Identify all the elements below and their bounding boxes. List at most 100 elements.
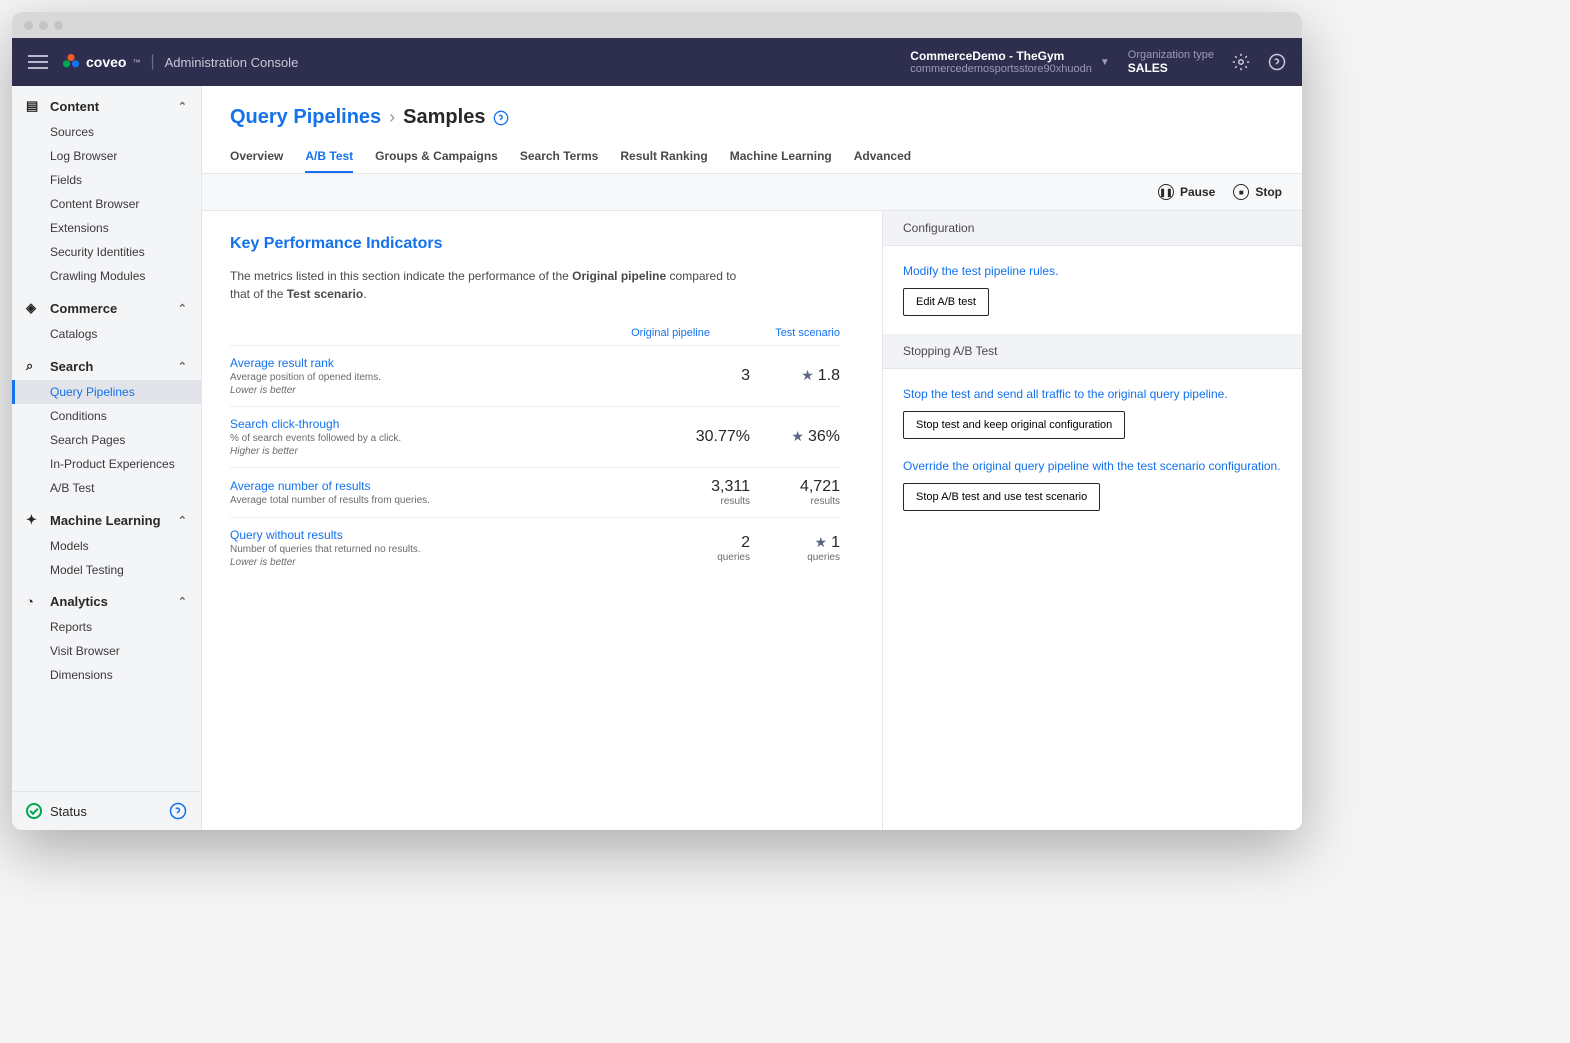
tab-overview[interactable]: Overview — [230, 141, 283, 173]
nav-section-machine-learning[interactable]: ✦ Machine Learning ⌃ — [12, 500, 201, 534]
org-switcher[interactable]: CommerceDemo - TheGym commercedemosports… — [910, 49, 1110, 75]
stop-use-test-button[interactable]: Stop A/B test and use test scenario — [903, 483, 1100, 511]
breadcrumb-parent[interactable]: Query Pipelines — [230, 106, 381, 129]
sidebar-status[interactable]: Status — [12, 791, 201, 830]
kpi-row: Search click-through% of search events f… — [230, 406, 840, 467]
nav-item-visit-browser[interactable]: Visit Browser — [12, 639, 201, 663]
nav-section-analytics[interactable]: ◔Analytics⌃ — [12, 582, 201, 615]
chevron-up-icon: ⌃ — [178, 595, 187, 608]
section-icon: ⌕ — [26, 358, 42, 374]
section-title: Machine Learning — [50, 513, 161, 528]
kpi-test-value: ★36% — [750, 428, 840, 446]
edit-ab-test-button[interactable]: Edit A/B test — [903, 288, 989, 316]
breadcrumb: Query Pipelines › Samples — [202, 86, 1302, 141]
nav-section-search[interactable]: ⌕ Search ⌃ — [12, 346, 201, 380]
section-icon: ▤ — [26, 98, 42, 114]
section-icon: ◈ — [26, 300, 42, 316]
breadcrumb-current: Samples — [403, 106, 485, 129]
kpi-test-value: ★1.8 — [750, 367, 840, 385]
nav-item-conditions[interactable]: Conditions — [12, 404, 201, 428]
pause-button[interactable]: ❚❚ Pause — [1158, 184, 1215, 200]
nav-item-catalogs[interactable]: Catalogs — [12, 322, 201, 346]
kpi-description: The metrics listed in this section indic… — [230, 267, 750, 303]
sidebar: ▤Content⌃SourcesLog BrowserFieldsContent… — [12, 86, 202, 830]
brand-logo[interactable]: coveo ™ — [62, 53, 140, 71]
app-header: coveo ™ | Administration Console Commerce… — [12, 38, 1302, 86]
menu-toggle-icon[interactable] — [28, 55, 48, 69]
nav-item-query-pipelines[interactable]: Query Pipelines — [12, 380, 201, 404]
window-dot — [54, 21, 63, 30]
nav-item-models[interactable]: Models — [12, 534, 201, 558]
tab-result-ranking[interactable]: Result Ranking — [620, 141, 707, 173]
star-icon: ★ — [815, 534, 828, 550]
nav-item-security-identities[interactable]: Security Identities — [12, 240, 201, 264]
kpi-metric-name: Query without results — [230, 528, 660, 542]
nav-item-search-pages[interactable]: Search Pages — [12, 428, 201, 452]
kpi-unit: queries — [750, 552, 840, 563]
kpi-col-original: Original pipeline — [620, 327, 710, 339]
section-title: Commerce — [50, 301, 117, 316]
nav-item-fields[interactable]: Fields — [12, 168, 201, 192]
window-dot — [39, 21, 48, 30]
chevron-up-icon: ⌃ — [178, 360, 187, 373]
kpi-original-value: 30.77% — [660, 428, 750, 446]
kpi-unit: results — [750, 496, 840, 507]
chevron-up-icon: ⌃ — [178, 514, 187, 527]
console-label: Administration Console — [165, 55, 299, 70]
kpi-metric-name: Search click-through — [230, 417, 660, 431]
kpi-row: Query without resultsNumber of queries t… — [230, 517, 840, 578]
coveo-logo-icon — [62, 53, 80, 71]
nav-item-extensions[interactable]: Extensions — [12, 216, 201, 240]
chevron-down-icon: ▼ — [1100, 57, 1110, 68]
nav-item-model-testing[interactable]: Model Testing — [12, 558, 201, 582]
nav-item-crawling-modules[interactable]: Crawling Modules — [12, 264, 201, 288]
kpi-test-value: 4,721 — [750, 478, 840, 496]
stop-original-text: Stop the test and send all traffic to th… — [903, 387, 1282, 401]
section-title: Analytics — [50, 594, 108, 609]
help-icon[interactable] — [493, 110, 509, 126]
nav-section-content[interactable]: ▤Content⌃ — [12, 86, 201, 120]
kpi-metric-note: Lower is better — [230, 385, 660, 396]
config-text: Modify the test pipeline rules. — [903, 264, 1282, 278]
section-icon: ✦ — [26, 512, 42, 528]
section-title: Search — [50, 359, 93, 374]
brand-tm: ™ — [132, 58, 140, 67]
status-label: Status — [50, 804, 87, 819]
pause-icon: ❚❚ — [1158, 184, 1174, 200]
chevron-right-icon: › — [389, 107, 395, 128]
nav-item-reports[interactable]: Reports — [12, 615, 201, 639]
help-icon[interactable] — [1268, 53, 1286, 71]
kpi-original-value: 3,311 — [660, 478, 750, 496]
kpi-test-value: ★1 — [750, 534, 840, 552]
nav-section-commerce[interactable]: ◈Commerce⌃ — [12, 288, 201, 322]
header-divider: | — [150, 53, 154, 71]
nav-item-log-browser[interactable]: Log Browser — [12, 144, 201, 168]
kpi-metric-name: Average number of results — [230, 479, 660, 493]
pause-label: Pause — [1180, 185, 1215, 199]
help-icon[interactable] — [169, 802, 187, 820]
tab-machine-learning[interactable]: Machine Learning — [730, 141, 832, 173]
window-titlebar — [12, 12, 1302, 38]
stopping-header: Stopping A/B Test — [883, 334, 1302, 369]
action-bar: ❚❚ Pause ■ Stop — [202, 174, 1302, 211]
brand-name: coveo — [86, 54, 126, 70]
kpi-unit: results — [660, 496, 750, 507]
stop-button[interactable]: ■ Stop — [1233, 184, 1282, 200]
org-type-label: Organization type — [1128, 49, 1214, 61]
stop-keep-original-button[interactable]: Stop test and keep original configuratio… — [903, 411, 1125, 439]
nav-item-dimensions[interactable]: Dimensions — [12, 663, 201, 687]
nav-item-a/b-test[interactable]: A/B Test — [12, 476, 201, 500]
kpi-original-value: 2 — [660, 534, 750, 552]
tab-a-b-test[interactable]: A/B Test — [305, 141, 353, 173]
nav-item-in-product-experiences[interactable]: In-Product Experiences — [12, 452, 201, 476]
nav-item-content-browser[interactable]: Content Browser — [12, 192, 201, 216]
nav-item-sources[interactable]: Sources — [12, 120, 201, 144]
stop-label: Stop — [1255, 185, 1282, 199]
kpi-title: Key Performance Indicators — [230, 235, 854, 253]
tab-bar: Overview A/B Test Groups & Campaigns Search… — [202, 141, 1302, 174]
tab-search-terms[interactable]: Search Terms — [520, 141, 599, 173]
gear-icon[interactable] — [1232, 53, 1250, 71]
kpi-col-test: Test scenario — [750, 327, 840, 339]
tab-groups-campaigns[interactable]: Groups & Campaigns — [375, 141, 498, 173]
tab-advanced[interactable]: Advanced — [854, 141, 911, 173]
